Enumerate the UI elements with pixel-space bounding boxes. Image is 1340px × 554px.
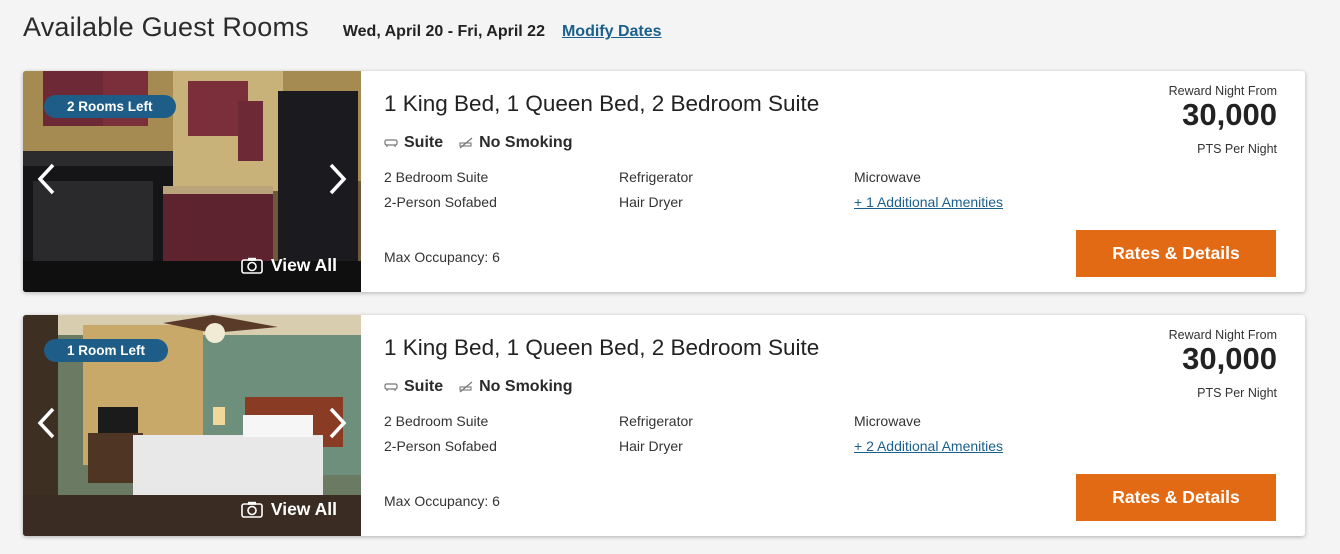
sofa-icon <box>384 139 398 147</box>
rates-details-button[interactable]: Rates & Details <box>1076 230 1276 277</box>
no-smoking-icon <box>459 137 473 149</box>
tag-no-smoking-label: No Smoking <box>479 378 573 395</box>
amenity-item: Microwave <box>854 169 921 185</box>
page-header: Available Guest Rooms Wed, April 20 - Fr… <box>23 12 662 43</box>
amenity-item: Refrigerator <box>619 413 693 429</box>
points-per-night: PTS Per Night <box>1197 386 1277 400</box>
points-value: 30,000 <box>1182 341 1277 376</box>
stay-dates: Wed, April 20 - Fri, April 22 <box>342 23 545 40</box>
room-tags: Suite No Smoking <box>384 134 588 152</box>
tag-no-smoking: No Smoking <box>459 134 572 152</box>
modify-dates-link[interactable]: Modify Dates <box>562 23 662 41</box>
chevron-left-icon[interactable] <box>35 161 59 197</box>
view-all-label: View All <box>270 499 337 519</box>
amenity-item: 2-Person Sofabed <box>384 194 497 210</box>
max-occupancy: Max Occupancy: 6 <box>384 493 500 509</box>
amenity-item: 2 Bedroom Suite <box>384 413 489 429</box>
points-per-night: PTS Per Night <box>1197 142 1277 156</box>
tag-suite-label: Suite <box>404 134 444 151</box>
amenity-item: 2 Bedroom Suite <box>384 169 489 185</box>
chevron-left-icon[interactable] <box>35 405 59 441</box>
rooms-left-badge: 2 Rooms Left <box>44 95 176 118</box>
tag-suite-label: Suite <box>404 378 444 395</box>
tag-suite: Suite <box>384 378 443 396</box>
points-value: 30,000 <box>1182 97 1277 132</box>
room-info: 1 King Bed, 1 Queen Bed, 2 Bedroom Suite… <box>384 71 1084 292</box>
tag-no-smoking: No Smoking <box>459 378 572 396</box>
reward-label: Reward Night From <box>1168 84 1277 98</box>
room-card: 1 Room Left View All 1 King Bed, 1 Queen… <box>23 315 1305 536</box>
room-card: 2 Rooms Left View All 1 King Bed, 1 Quee… <box>23 71 1305 292</box>
rooms-left-badge: 1 Room Left <box>44 339 169 362</box>
price-block: Reward Night From 30,000 PTS Per Night <box>1169 328 1277 400</box>
price-block: Reward Night From 30,000 PTS Per Night <box>1169 84 1277 156</box>
tag-suite: Suite <box>384 134 443 152</box>
amenity-item: Microwave <box>854 413 921 429</box>
tag-no-smoking-label: No Smoking <box>479 134 573 151</box>
room-info: 1 King Bed, 1 Queen Bed, 2 Bedroom Suite… <box>384 315 1084 536</box>
room-photo[interactable]: 2 Rooms Left View All <box>23 71 361 292</box>
view-all-photos[interactable]: View All <box>241 255 337 276</box>
chevron-right-icon[interactable] <box>325 405 349 441</box>
amenity-item: 2-Person Sofabed <box>384 438 497 454</box>
sofa-icon <box>384 383 398 391</box>
chevron-right-icon[interactable] <box>325 161 349 197</box>
additional-amenities-link[interactable]: + 2 Additional Amenities <box>854 438 1003 454</box>
room-title: 1 King Bed, 1 Queen Bed, 2 Bedroom Suite <box>384 91 820 116</box>
room-title: 1 King Bed, 1 Queen Bed, 2 Bedroom Suite <box>384 335 820 360</box>
max-occupancy: Max Occupancy: 6 <box>384 249 500 265</box>
page-title: Available Guest Rooms <box>23 12 309 42</box>
amenity-item: Hair Dryer <box>619 194 683 210</box>
camera-icon <box>241 257 263 274</box>
amenity-item: Refrigerator <box>619 169 693 185</box>
amenity-item: Hair Dryer <box>619 438 683 454</box>
view-all-label: View All <box>270 255 337 275</box>
no-smoking-icon <box>459 381 473 393</box>
room-tags: Suite No Smoking <box>384 378 588 396</box>
room-photo[interactable]: 1 Room Left View All <box>23 315 361 536</box>
camera-icon <box>241 501 263 518</box>
reward-label: Reward Night From <box>1168 328 1277 342</box>
view-all-photos[interactable]: View All <box>241 499 337 520</box>
additional-amenities-link[interactable]: + 1 Additional Amenities <box>854 194 1003 210</box>
rates-details-button[interactable]: Rates & Details <box>1076 474 1276 521</box>
